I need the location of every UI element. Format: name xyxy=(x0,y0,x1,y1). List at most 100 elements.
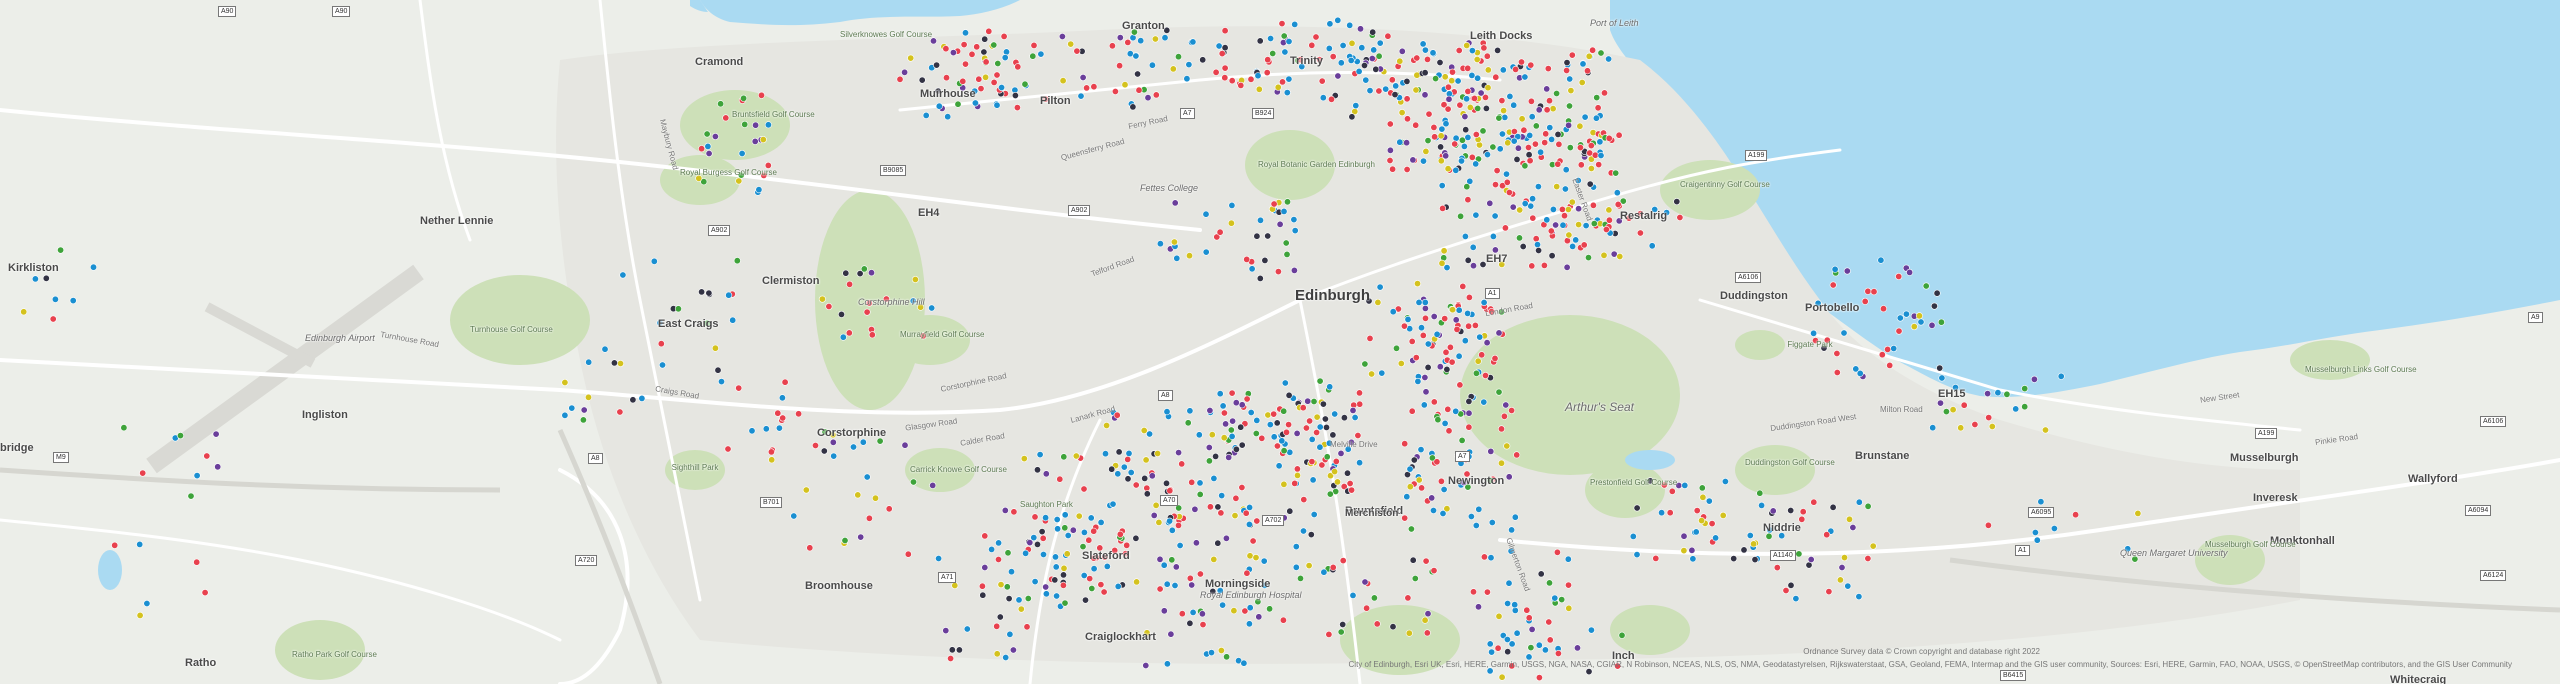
map-marker[interactable] xyxy=(1589,46,1597,54)
map-marker[interactable] xyxy=(1864,287,1872,295)
map-marker[interactable] xyxy=(1482,104,1490,112)
map-marker[interactable] xyxy=(1053,515,1061,523)
map-marker[interactable] xyxy=(51,295,59,303)
map-marker[interactable] xyxy=(947,654,955,662)
map-marker[interactable] xyxy=(1237,423,1245,431)
map-marker[interactable] xyxy=(1302,424,1310,432)
map-marker[interactable] xyxy=(863,473,871,481)
map-marker[interactable] xyxy=(1480,44,1488,52)
map-marker[interactable] xyxy=(1310,510,1318,518)
map-marker[interactable] xyxy=(2134,509,2142,517)
map-marker[interactable] xyxy=(1013,104,1021,112)
map-marker[interactable] xyxy=(1585,668,1593,676)
map-marker[interactable] xyxy=(1421,298,1429,306)
map-marker[interactable] xyxy=(1535,106,1543,114)
map-marker[interactable] xyxy=(1090,527,1098,535)
map-marker[interactable] xyxy=(1534,183,1542,191)
map-marker[interactable] xyxy=(1116,530,1124,538)
map-marker[interactable] xyxy=(781,378,789,386)
map-marker[interactable] xyxy=(1503,635,1511,643)
map-marker[interactable] xyxy=(1225,453,1233,461)
map-marker[interactable] xyxy=(1581,113,1589,121)
map-marker[interactable] xyxy=(1040,550,1048,558)
map-marker[interactable] xyxy=(1308,435,1316,443)
map-marker[interactable] xyxy=(1080,485,1088,493)
map-marker[interactable] xyxy=(1554,649,1562,657)
map-marker[interactable] xyxy=(1348,39,1356,47)
map-marker[interactable] xyxy=(1264,411,1272,419)
map-marker[interactable] xyxy=(1396,57,1404,65)
map-marker[interactable] xyxy=(1263,69,1271,77)
map-marker[interactable] xyxy=(1419,331,1427,339)
map-marker[interactable] xyxy=(1412,86,1420,94)
map-marker[interactable] xyxy=(1511,601,1519,609)
map-marker[interactable] xyxy=(1120,463,1128,471)
map-marker[interactable] xyxy=(1566,102,1574,110)
map-marker[interactable] xyxy=(1375,87,1383,95)
map-marker[interactable] xyxy=(1526,131,1534,139)
map-marker[interactable] xyxy=(1222,420,1230,428)
map-marker[interactable] xyxy=(1282,239,1290,247)
map-marker[interactable] xyxy=(1280,32,1288,40)
map-marker[interactable] xyxy=(1558,205,1566,213)
map-marker[interactable] xyxy=(1326,383,1334,391)
map-marker[interactable] xyxy=(922,111,930,119)
map-marker[interactable] xyxy=(735,384,743,392)
map-marker[interactable] xyxy=(995,539,1003,547)
map-marker[interactable] xyxy=(1469,243,1477,251)
map-marker[interactable] xyxy=(1569,242,1577,250)
map-marker[interactable] xyxy=(1895,327,1903,335)
map-marker[interactable] xyxy=(1108,42,1116,50)
map-marker[interactable] xyxy=(1386,146,1394,154)
map-marker[interactable] xyxy=(818,295,826,303)
map-marker[interactable] xyxy=(1597,152,1605,160)
map-marker[interactable] xyxy=(1765,532,1773,540)
map-marker[interactable] xyxy=(928,304,936,312)
map-marker[interactable] xyxy=(1430,123,1438,131)
map-marker[interactable] xyxy=(1719,511,1727,519)
map-marker[interactable] xyxy=(1404,115,1412,123)
map-marker[interactable] xyxy=(1286,448,1294,456)
map-marker[interactable] xyxy=(1605,216,1613,224)
map-marker[interactable] xyxy=(942,45,950,53)
map-marker[interactable] xyxy=(1548,135,1556,143)
map-marker[interactable] xyxy=(1546,97,1554,105)
map-marker[interactable] xyxy=(981,35,989,43)
map-marker[interactable] xyxy=(1430,506,1438,514)
map-marker[interactable] xyxy=(1869,542,1877,550)
map-marker[interactable] xyxy=(1465,423,1473,431)
map-marker[interactable] xyxy=(1751,556,1759,564)
map-marker[interactable] xyxy=(1151,35,1159,43)
map-marker[interactable] xyxy=(1578,79,1586,87)
map-marker[interactable] xyxy=(1254,72,1262,80)
map-marker[interactable] xyxy=(795,410,803,418)
map-marker[interactable] xyxy=(1680,532,1688,540)
map-marker[interactable] xyxy=(1698,517,1706,525)
map-marker[interactable] xyxy=(136,611,144,619)
map-marker[interactable] xyxy=(1475,505,1483,513)
map-marker[interactable] xyxy=(1792,595,1800,603)
map-marker[interactable] xyxy=(1163,660,1171,668)
map-marker[interactable] xyxy=(1274,83,1282,91)
map-marker[interactable] xyxy=(1042,590,1050,598)
map-marker[interactable] xyxy=(1002,48,1010,56)
map-marker[interactable] xyxy=(1220,409,1228,417)
map-marker[interactable] xyxy=(1541,646,1549,654)
map-marker[interactable] xyxy=(1308,41,1316,49)
map-marker[interactable] xyxy=(1291,227,1299,235)
map-marker[interactable] xyxy=(1290,266,1298,274)
map-marker[interactable] xyxy=(1148,472,1156,480)
map-marker[interactable] xyxy=(1132,534,1140,542)
map-marker[interactable] xyxy=(1525,151,1533,159)
map-marker[interactable] xyxy=(988,545,996,553)
map-marker[interactable] xyxy=(1412,354,1420,362)
map-marker[interactable] xyxy=(1431,133,1439,141)
map-marker[interactable] xyxy=(1436,58,1444,66)
map-marker[interactable] xyxy=(1189,608,1197,616)
map-marker[interactable] xyxy=(1270,433,1278,441)
map-marker[interactable] xyxy=(757,91,765,99)
map-marker[interactable] xyxy=(1231,512,1239,520)
map-marker[interactable] xyxy=(1558,596,1566,604)
map-marker[interactable] xyxy=(960,41,968,49)
map-marker[interactable] xyxy=(1404,315,1412,323)
